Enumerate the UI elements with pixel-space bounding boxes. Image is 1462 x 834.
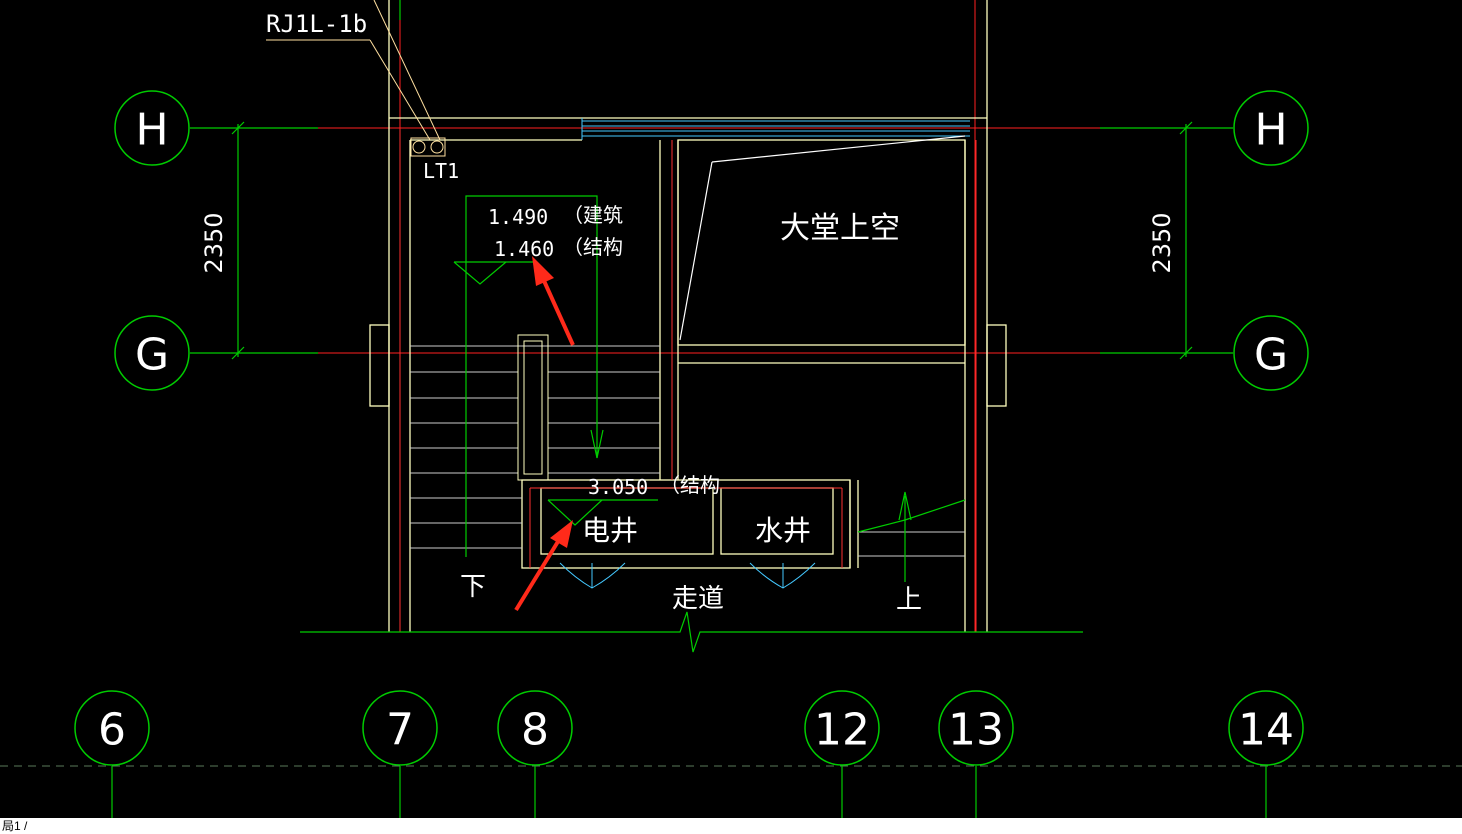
dimension-right	[1179, 121, 1193, 360]
dimension-left-label: 2350	[200, 212, 228, 273]
svg-text:G: G	[1254, 330, 1288, 381]
grid-bubble-col-14[interactable]: 14	[1228, 690, 1304, 766]
svg-text:12: 12	[814, 705, 870, 756]
grid-bubble-row-h-left[interactable]: H	[114, 90, 190, 166]
grid-bubble-row-g-left[interactable]: G	[114, 315, 190, 391]
dimension-right-label: 2350	[1148, 212, 1176, 273]
line-tag-label: RJ1L-1b	[266, 10, 367, 38]
stair-down-label: 下	[460, 572, 486, 602]
svg-text:8: 8	[521, 705, 549, 756]
water-shaft-label: 水井	[755, 514, 811, 547]
grid-bubble-row-g-right[interactable]: G	[1233, 315, 1309, 391]
dimension-left	[231, 121, 245, 360]
grid-bubble-row-h-right[interactable]: H	[1233, 90, 1309, 166]
elevation-structural-value: 1.460	[494, 237, 554, 261]
svg-text:6: 6	[98, 705, 126, 756]
grid-extension-lines	[111, 0, 1267, 818]
grid-bubble-col-12[interactable]: 12	[804, 690, 880, 766]
grid-bubble-col-6[interactable]: 6	[74, 690, 150, 766]
lobby-void-label: 大堂上空	[780, 211, 900, 246]
svg-text:13: 13	[948, 705, 1004, 756]
pipe-tag-label: LT1	[423, 159, 459, 183]
svg-text:14: 14	[1238, 705, 1294, 756]
grid-bubble-col-7[interactable]: 7	[362, 690, 438, 766]
svg-text:H: H	[135, 105, 168, 156]
layout-tab[interactable]: 局1 /	[2, 819, 27, 833]
right-stair-treads	[858, 531, 965, 557]
svg-text:G: G	[135, 330, 169, 381]
layout-tab-bar[interactable]: 局1 /	[0, 818, 1462, 834]
elevation-architectural-note: （建筑	[563, 203, 623, 227]
elevation-structural-note: （结构	[563, 235, 623, 259]
corridor-label: 走道	[672, 584, 724, 614]
red-callout-arrow-1	[532, 256, 575, 346]
cad-drawing-canvas[interactable]: 2350 2350 H G H G 6 7 8 12 13 14 RJ1L-1b…	[0, 0, 1462, 818]
elevation-shaft-note: （结构	[660, 473, 720, 497]
svg-text:H: H	[1254, 105, 1287, 156]
grid-bubble-col-8[interactable]: 8	[497, 690, 573, 766]
red-axis-lines	[300, 0, 1110, 632]
stair-up-label: 上	[896, 585, 922, 615]
electrical-shaft-label: 电井	[582, 514, 638, 547]
red-callout-arrow-2	[514, 520, 573, 612]
svg-text:7: 7	[386, 705, 414, 756]
red-detail-lines	[399, 130, 977, 632]
elevation-architectural-value: 1.490	[488, 205, 548, 229]
grid-bubble-col-13[interactable]: 13	[938, 690, 1014, 766]
window-strip	[581, 118, 970, 140]
elevation-shaft-value: 3.050	[588, 475, 648, 499]
